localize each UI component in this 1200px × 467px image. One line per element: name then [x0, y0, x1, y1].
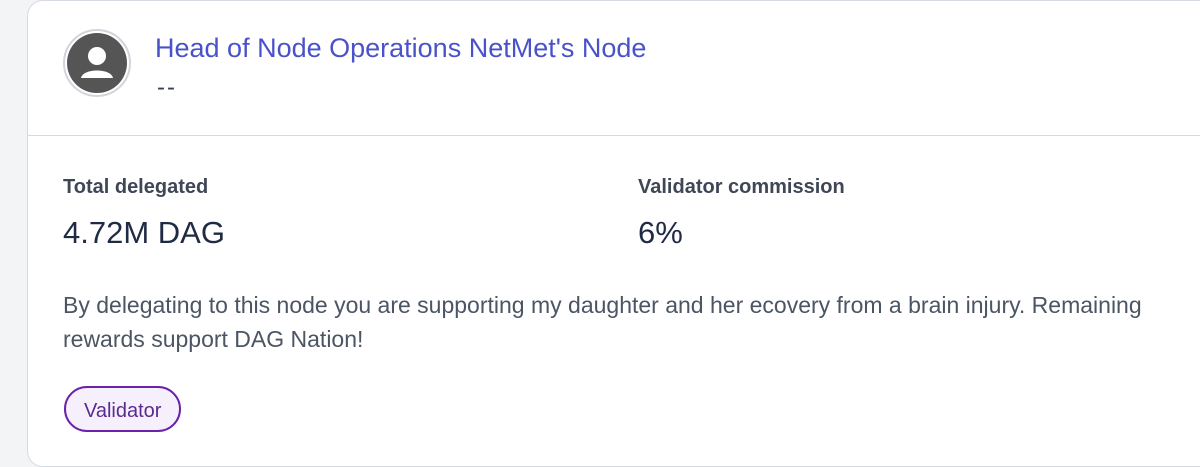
user-avatar-icon	[67, 33, 127, 93]
total-delegated-label: Total delegated	[63, 176, 209, 198]
total-delegated-value: 4.72M DAG	[63, 215, 225, 250]
validator-badge[interactable]: Validator	[64, 386, 182, 432]
node-card: Head of Node Operations NetMet's Node --…	[27, 0, 1200, 467]
avatar	[63, 29, 131, 97]
node-subtitle: --	[157, 74, 177, 101]
node-card-header: Head of Node Operations NetMet's Node --	[28, 1, 1200, 136]
node-name-link[interactable]: Head of Node Operations NetMet's Node	[155, 33, 646, 64]
node-description: By delegating to this node you are suppo…	[63, 292, 1142, 352]
validator-commission-label: Validator commission	[638, 176, 845, 198]
validator-commission-value: 6%	[638, 215, 683, 250]
